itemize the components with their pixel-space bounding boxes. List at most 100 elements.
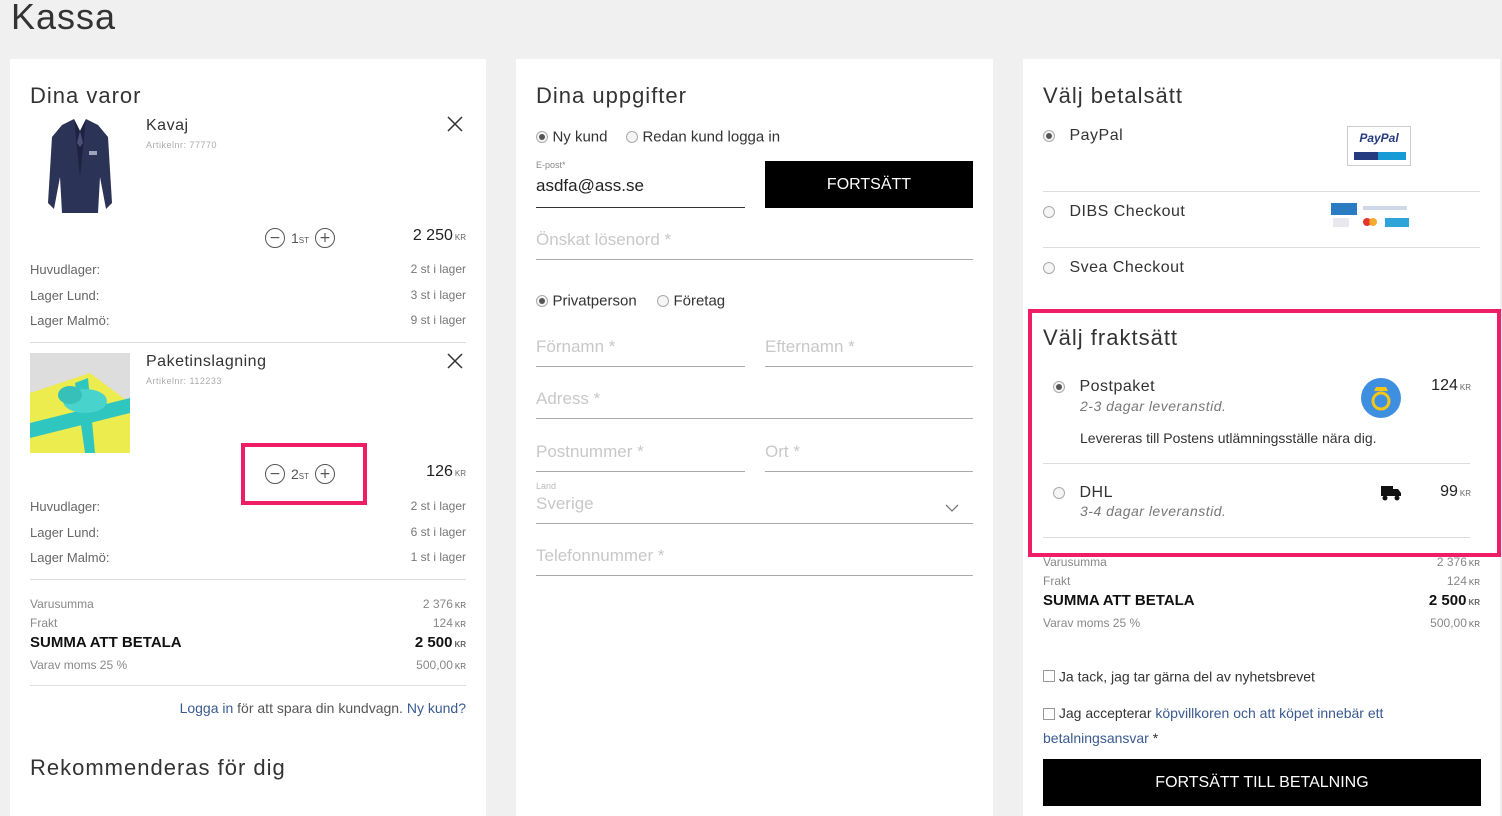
stock-label: Huvudlager: (30, 499, 101, 514)
item-name[interactable]: Kavaj (146, 117, 189, 135)
minus-button[interactable]: − (265, 228, 285, 248)
quantity-stepper: − 2ST + (265, 464, 336, 484)
postal-code-field[interactable]: Postnummer * (536, 442, 745, 472)
total-value: 2 500 KR (1428, 592, 1480, 609)
plus-button[interactable]: + (315, 228, 336, 248)
item-price: 2 250 KR (412, 227, 466, 244)
radio-existing-customer[interactable]: Redan kund logga in (626, 128, 780, 146)
shipping-label: Frakt (1043, 574, 1071, 588)
shipping-title: Välj fraktsätt (1043, 325, 1179, 350)
remove-item-close-icon[interactable] (446, 115, 464, 138)
quantity-stepper: − 1ST + (265, 228, 336, 248)
stock-label: Lager Lund: (30, 525, 100, 540)
firstname-field[interactable]: Förnamn * (536, 337, 745, 367)
divider (1043, 463, 1470, 464)
proceed-to-payment-button[interactable]: FORTSÄTT TILL BETALNING (1043, 759, 1481, 806)
payment-option-dibs[interactable]: DIBS Checkout (1043, 203, 1185, 221)
chevron-down-icon (945, 500, 959, 518)
lastname-field[interactable]: Efternamn * (765, 337, 973, 367)
radio-indicator[interactable] (1043, 262, 1055, 274)
quantity-value: 1 (291, 230, 299, 246)
login-prompt: Logga in för att spara din kundvagn. Ny … (179, 700, 466, 716)
cart-panel: Dina varor Kavaj Artikelnr: 77770 − 1ST … (10, 59, 486, 816)
radio-indicator[interactable] (1053, 487, 1065, 499)
address-field[interactable]: Adress * (536, 389, 973, 419)
shipping-price: 124 KR (1431, 377, 1471, 394)
vat-value: 500,00 KR (1430, 616, 1480, 630)
details-panel: Dina uppgifter Ny kund Redan kund logga … (516, 59, 993, 816)
vat-label: Varav moms 25 % (1043, 616, 1141, 630)
payment-panel: Välj betalsätt PayPal PayPal DIBS Checko… (1023, 59, 1501, 816)
cart-title: Dina varor (30, 83, 142, 108)
shipping-eta: 2-3 dagar leveranstid. (1080, 398, 1227, 414)
vat-label: Varav moms 25 % (30, 658, 128, 672)
email-label: E-post* (536, 160, 566, 170)
paypal-logo: PayPal (1347, 126, 1411, 166)
radio-private[interactable]: Privatperson (536, 292, 637, 310)
login-link[interactable]: Logga in (180, 700, 234, 716)
postnord-icon (1360, 377, 1402, 424)
stock-value: 2 st i lager (410, 499, 466, 513)
shipping-option-dhl[interactable]: DHL (1053, 484, 1113, 502)
stock-value: 1 st i lager (410, 550, 466, 564)
payment-title: Välj betalsätt (1043, 83, 1183, 108)
subtotal-value: 2 376 KR (1436, 555, 1480, 569)
plus-button[interactable]: + (315, 464, 336, 484)
country-select[interactable]: Sverige (536, 494, 973, 524)
quantity-value: 2 (291, 466, 299, 482)
gift-wrap-image[interactable] (30, 353, 130, 453)
subtotal-value: 2 376 KR (422, 597, 466, 611)
payment-option-svea[interactable]: Svea Checkout (1043, 259, 1184, 277)
radio-indicator[interactable] (1043, 130, 1055, 142)
country-label: Land (536, 481, 557, 491)
radio-new-customer[interactable]: Ny kund (536, 128, 607, 146)
divider (1043, 537, 1470, 538)
terms-checkbox[interactable]: Jag accepterar köpvillkoren och att köpe… (1043, 701, 1463, 751)
remove-item-close-icon[interactable] (446, 352, 464, 375)
checkbox-box[interactable] (1043, 708, 1055, 721)
stock-value: 9 st i lager (410, 313, 466, 327)
stock-value: 6 st i lager (410, 525, 466, 539)
email-field[interactable]: asdfa@ass.se (536, 176, 745, 208)
checkbox-box[interactable] (1043, 670, 1055, 683)
divider (1043, 191, 1480, 192)
total-label: SUMMA ATT BETALA (30, 634, 182, 651)
stock-label: Lager Lund: (30, 288, 100, 303)
item-article: Artikelnr: 77770 (146, 140, 218, 150)
shipping-option-postpaket[interactable]: Postpaket (1053, 378, 1155, 396)
radio-indicator[interactable] (626, 130, 638, 143)
continue-button[interactable]: FORTSÄTT (765, 161, 973, 208)
newsletter-checkbox[interactable]: Ja tack, jag tar gärna del av nyhetsbrev… (1043, 667, 1315, 684)
card-logos-icon (1329, 203, 1411, 229)
radio-company[interactable]: Företag (657, 292, 725, 310)
minus-button[interactable]: − (265, 464, 285, 484)
radio-indicator[interactable] (536, 294, 548, 307)
radio-indicator[interactable] (1043, 206, 1055, 218)
shipping-note: Levereras till Postens utlämningsställe … (1080, 430, 1377, 446)
stock-label: Lager Malmö: (30, 313, 110, 328)
shipping-price: 99 KR (1440, 483, 1471, 500)
stock-value: 2 st i lager (410, 262, 466, 276)
radio-indicator[interactable] (536, 130, 548, 143)
password-field[interactable]: Önskat lösenord * (536, 230, 973, 260)
payment-option-paypal[interactable]: PayPal (1043, 127, 1123, 145)
radio-indicator[interactable] (1053, 381, 1065, 393)
divider (1043, 247, 1480, 248)
item-name[interactable]: Paketinslagning (146, 353, 266, 371)
phone-field[interactable]: Telefonnummer * (536, 546, 973, 576)
new-customer-link[interactable]: Ny kund? (407, 700, 466, 716)
stock-value: 3 st i lager (410, 288, 466, 302)
page-title: Kassa (11, 0, 117, 37)
city-field[interactable]: Ort * (765, 442, 973, 472)
divider (30, 579, 466, 580)
recommended-title: Rekommenderas för dig (30, 755, 286, 780)
radio-indicator[interactable] (657, 294, 669, 307)
divider (30, 685, 466, 686)
stock-label: Huvudlager: (30, 262, 101, 277)
jacket-image[interactable] (44, 117, 116, 217)
shipping-label: Frakt (30, 616, 58, 630)
shipping-eta: 3-4 dagar leveranstid. (1080, 503, 1227, 519)
truck-icon (1380, 483, 1402, 506)
subtotal-label: Varusumma (1043, 555, 1107, 569)
divider (30, 342, 466, 343)
